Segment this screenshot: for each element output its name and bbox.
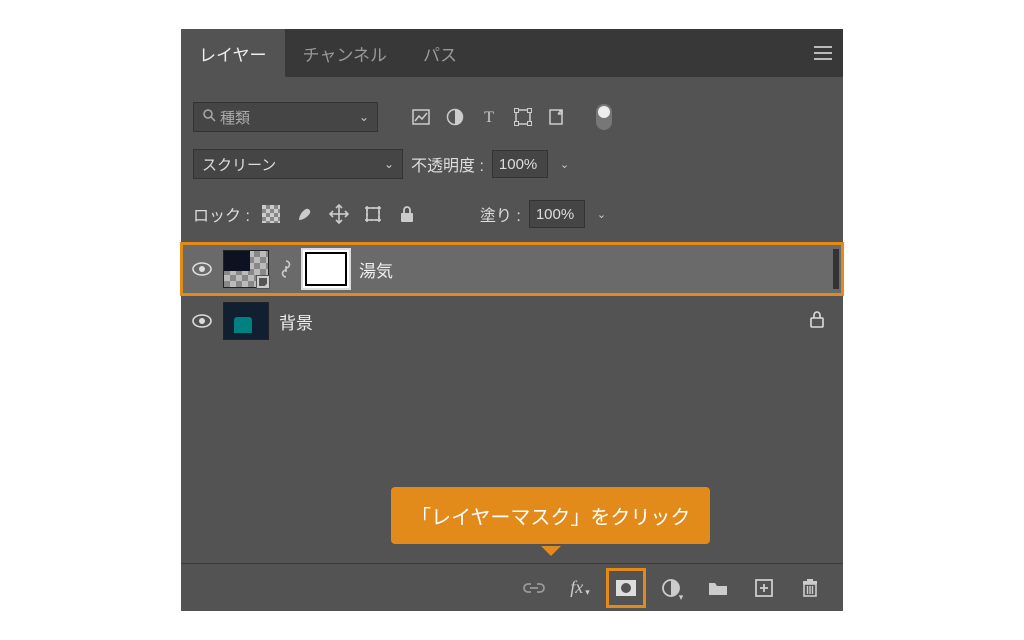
blend-row: スクリーン ⌄ 不透明度 : 100% ⌄ — [181, 139, 843, 189]
layer-thumbnail[interactable] — [223, 250, 269, 288]
fill-value: 100% — [536, 206, 574, 223]
new-adjustment-layer-icon[interactable]: ▾ — [657, 573, 687, 603]
lock-icon[interactable] — [809, 310, 833, 332]
instruction-tooltip: 「レイヤーマスク」をクリック — [391, 487, 710, 544]
fill-label: 塗り : — [480, 202, 521, 226]
blend-mode-select[interactable]: スクリーン ⌄ — [193, 149, 403, 179]
layer-effects-icon[interactable]: fx▾ — [565, 573, 595, 603]
layers-bottom-bar: fx▾ ▾ — [181, 563, 843, 611]
tab-channels[interactable]: チャンネル — [285, 29, 406, 77]
search-icon — [202, 108, 216, 126]
new-layer-icon[interactable] — [749, 573, 779, 603]
filter-adjustment-icon[interactable] — [442, 104, 468, 130]
lock-all-icon[interactable] — [394, 201, 420, 227]
filter-type-label: 種類 — [220, 107, 250, 128]
layer-name[interactable]: 背景 — [279, 309, 313, 334]
blend-mode-value: スクリーン — [202, 154, 276, 175]
fill-input[interactable]: 100% — [529, 200, 585, 228]
panel-menu-icon[interactable] — [803, 46, 843, 60]
opacity-input[interactable]: 100% — [492, 150, 548, 178]
opacity-label: 不透明度 : — [411, 152, 484, 176]
link-layers-icon[interactable] — [519, 573, 549, 603]
filter-toggle[interactable] — [596, 104, 612, 130]
layers-list: 湯気 背景 — [181, 239, 843, 347]
caret-down-icon: ▾ — [679, 592, 684, 603]
mask-link-icon[interactable] — [279, 259, 293, 279]
panel-tabs: レイヤー チャンネル パス — [181, 29, 843, 77]
layer-background[interactable]: 背景 — [181, 295, 843, 347]
filter-type-text-icon[interactable]: T — [476, 104, 502, 130]
add-layer-mask-icon[interactable] — [611, 573, 641, 603]
delete-layer-icon[interactable] — [795, 573, 825, 603]
tab-layers[interactable]: レイヤー — [181, 29, 285, 77]
lock-position-icon[interactable] — [326, 201, 352, 227]
layer-steam[interactable]: 湯気 — [181, 243, 843, 295]
smart-object-badge-icon — [256, 275, 270, 289]
layer-filter-row: 種類 ⌄ T — [181, 77, 843, 139]
filter-shape-icon[interactable] — [510, 104, 536, 130]
layer-mask-thumbnail[interactable] — [303, 250, 349, 288]
tab-paths[interactable]: パス — [405, 29, 475, 77]
chevron-down-icon[interactable]: ⌄ — [556, 158, 573, 171]
svg-text:T: T — [484, 109, 494, 126]
lock-row: ロック : 塗り : 100% ⌄ — [181, 189, 843, 239]
layer-name[interactable]: 湯気 — [359, 257, 393, 282]
lock-transparency-icon[interactable] — [258, 201, 284, 227]
chevron-down-icon: ⌄ — [359, 110, 369, 124]
filter-type-select[interactable]: 種類 ⌄ — [193, 102, 378, 132]
chevron-down-icon[interactable]: ⌄ — [593, 208, 610, 221]
filter-smartobject-icon[interactable] — [544, 104, 570, 130]
caret-down-icon: ▾ — [585, 587, 590, 598]
lock-paint-icon[interactable] — [292, 201, 318, 227]
opacity-value: 100% — [499, 156, 537, 173]
lock-artboard-icon[interactable] — [360, 201, 386, 227]
visibility-icon[interactable] — [191, 262, 213, 276]
visibility-icon[interactable] — [191, 314, 213, 328]
new-group-icon[interactable] — [703, 573, 733, 603]
chevron-down-icon: ⌄ — [384, 157, 394, 171]
tooltip-text: 「レイヤーマスク」をクリック — [411, 507, 690, 529]
layers-panel: レイヤー チャンネル パス 種類 ⌄ T — [181, 29, 843, 611]
layer-thumbnail[interactable] — [223, 302, 269, 340]
lock-label: ロック : — [193, 202, 250, 226]
filter-pixel-icon[interactable] — [408, 104, 434, 130]
